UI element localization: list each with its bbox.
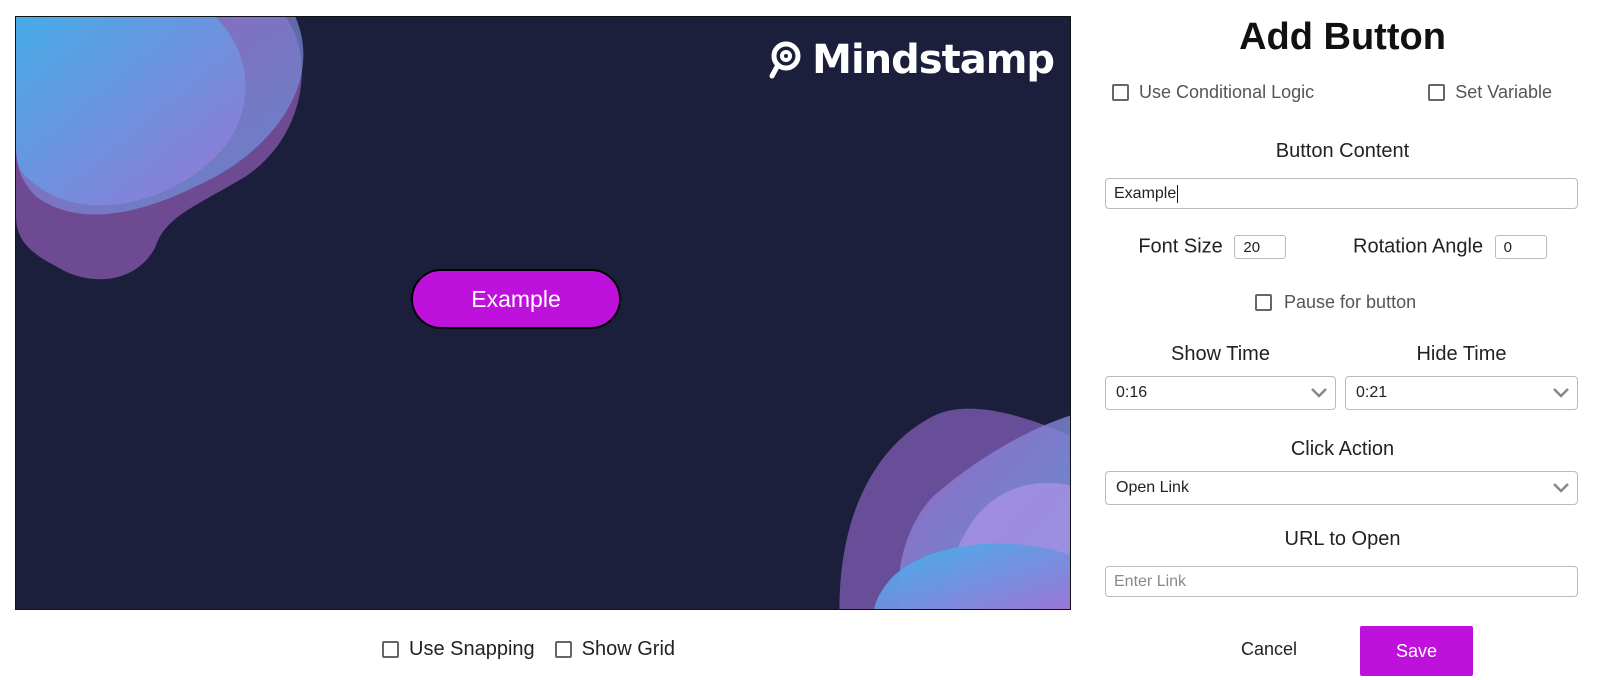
hide-time-select[interactable]: 0:21 xyxy=(1345,376,1578,410)
rotation-angle-group: Rotation Angle 0 xyxy=(1353,235,1547,259)
show-time-select[interactable]: 0:16 xyxy=(1105,376,1336,410)
font-size-group: Font Size 20 xyxy=(1138,235,1287,259)
url-input[interactable]: Enter Link xyxy=(1105,566,1578,597)
url-placeholder: Enter Link xyxy=(1114,572,1187,590)
button-content-label: Button Content xyxy=(1275,140,1410,162)
video-preview-canvas[interactable]: Mindstamp Example xyxy=(15,16,1071,610)
rotation-angle-input[interactable]: 0 xyxy=(1494,235,1547,259)
click-action-select[interactable]: Open Link xyxy=(1105,471,1578,505)
show-grid-checkbox[interactable]: Show Grid xyxy=(554,638,676,661)
mindstamp-logo: Mindstamp xyxy=(766,37,1055,83)
checkbox-box[interactable] xyxy=(554,641,572,658)
canvas-options: Use Snapping Show Grid xyxy=(382,638,675,661)
preview-button-label: Example xyxy=(471,285,561,312)
rotation-angle-label: Rotation Angle xyxy=(1353,235,1484,258)
checkbox-box[interactable] xyxy=(1255,294,1272,311)
button-content-input[interactable]: Example xyxy=(1105,178,1578,209)
text-caret xyxy=(1177,184,1179,203)
cancel-button[interactable]: Cancel xyxy=(1235,638,1303,661)
logic-toggles: Use Conditional Logic Set Variable xyxy=(1112,82,1572,103)
use-conditional-logic-label: Use Conditional Logic xyxy=(1139,82,1315,102)
button-content-value: Example xyxy=(1114,184,1177,202)
show-time-value: 0:16 xyxy=(1116,384,1148,401)
url-to-open-label: URL to Open xyxy=(1284,528,1401,550)
click-action-value: Open Link xyxy=(1116,479,1189,496)
hide-time-value: 0:21 xyxy=(1356,384,1388,401)
chevron-down-icon xyxy=(1553,483,1569,493)
chevron-down-icon xyxy=(1311,388,1327,398)
show-grid-label: Show Grid xyxy=(581,638,676,660)
font-rotation-row: Font Size 20 Rotation Angle 0 xyxy=(1105,235,1580,259)
show-time-label: Show Time xyxy=(1171,343,1270,365)
chevron-down-icon xyxy=(1553,388,1569,398)
preview-button[interactable]: Example xyxy=(411,269,621,329)
font-size-input[interactable]: 20 xyxy=(1234,235,1287,259)
pin-icon xyxy=(769,41,801,79)
checkbox-box[interactable] xyxy=(1112,84,1129,101)
click-action-label: Click Action xyxy=(1290,438,1395,460)
pause-for-button-checkbox[interactable]: Pause for button xyxy=(1255,292,1416,313)
hide-time-label: Hide Time xyxy=(1416,343,1507,365)
checkbox-box[interactable] xyxy=(382,641,399,658)
pause-for-button-label: Pause for button xyxy=(1284,292,1417,312)
use-snapping-label: Use Snapping xyxy=(409,638,535,660)
set-variable-label: Set Variable xyxy=(1455,82,1552,102)
use-conditional-logic-checkbox[interactable]: Use Conditional Logic xyxy=(1112,82,1314,103)
logo-text: Mindstamp xyxy=(812,37,1055,83)
panel-title: Add Button xyxy=(1239,16,1446,58)
use-snapping-checkbox[interactable]: Use Snapping xyxy=(382,638,535,661)
set-variable-checkbox[interactable]: Set Variable xyxy=(1428,82,1552,103)
checkbox-box[interactable] xyxy=(1428,84,1446,101)
save-button[interactable]: Save xyxy=(1360,626,1473,676)
font-size-label: Font Size xyxy=(1138,235,1223,258)
add-button-panel: Add Button Use Conditional Logic Set Var… xyxy=(1105,0,1580,680)
